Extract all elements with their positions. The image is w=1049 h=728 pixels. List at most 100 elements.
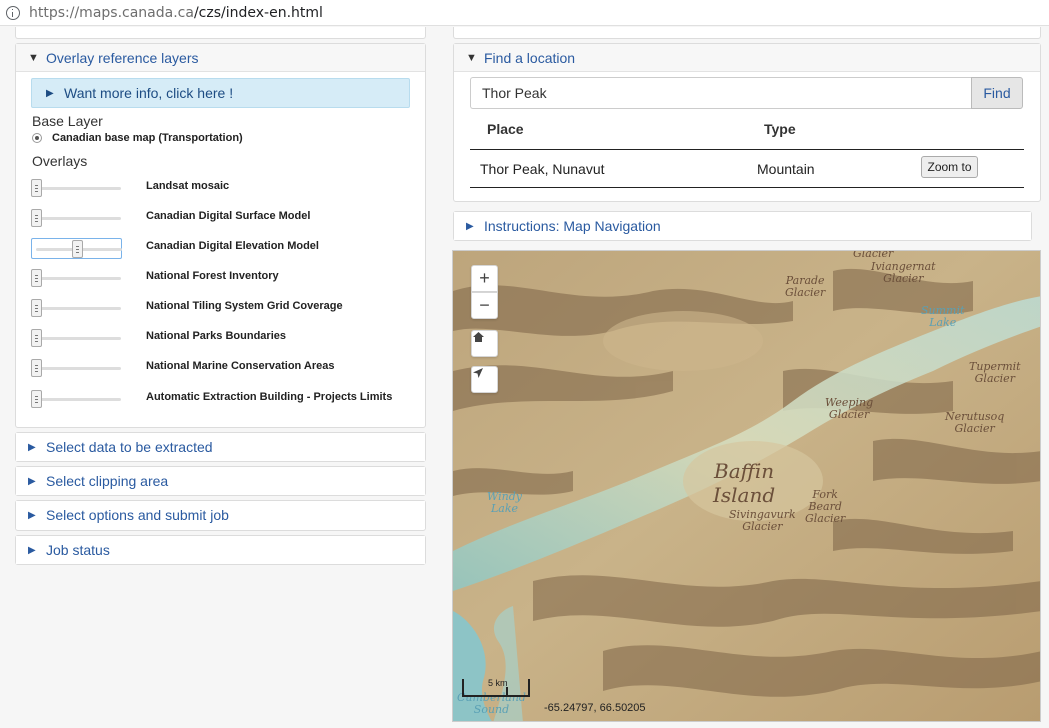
map-place-label: Iviangernat Glacier — [871, 260, 936, 285]
section-clipping-area[interactable]: ▶ Select clipping area — [15, 466, 426, 496]
find-location-title: Find a location — [484, 49, 576, 66]
table-header-divider — [470, 149, 1024, 150]
triangle-down-icon: ▼ — [28, 51, 39, 64]
slider-handle[interactable] — [31, 359, 42, 377]
triangle-right-icon: ▶ — [28, 475, 36, 487]
overlays-heading: Overlays — [32, 153, 88, 169]
base-layer-heading: Base Layer — [32, 113, 103, 129]
find-location-panel: ▼ Find a location Find Place Type Thor P… — [453, 43, 1041, 202]
slider-track[interactable] — [35, 187, 121, 190]
scale-tick — [506, 687, 508, 697]
cursor-coordinates: -65.24797, 66.50205 — [544, 702, 646, 714]
triangle-right-icon: ▶ — [466, 220, 474, 232]
map-place-label: Baffin Island — [713, 459, 776, 507]
slider-track[interactable] — [35, 398, 121, 401]
map-place-label: Weeping Glacier — [825, 396, 874, 421]
location-search-input[interactable] — [470, 77, 972, 109]
base-layer-option[interactable]: Canadian base map (Transportation) — [32, 132, 243, 144]
slider-handle[interactable] — [31, 299, 42, 317]
overlay-label: Canadian Digital Elevation Model — [146, 240, 319, 252]
triangle-right-icon: ▶ — [28, 544, 36, 556]
zoom-in-button[interactable]: + — [471, 265, 498, 292]
section-title: Select data to be extracted — [46, 439, 213, 455]
overlay-label: National Forest Inventory — [146, 270, 279, 282]
slider-track[interactable] — [35, 277, 121, 280]
triangle-down-icon: ▼ — [466, 51, 477, 64]
section-select-data[interactable]: ▶ Select data to be extracted — [15, 432, 426, 462]
scale-bar: 5 km — [462, 678, 530, 697]
base-layer-option-label: Canadian base map (Transportation) — [52, 132, 243, 144]
location-arrow-icon — [473, 368, 483, 378]
map-place-label: Fork Beard Glacier — [805, 488, 846, 525]
overlay-panel-title: Overlay reference layers — [46, 49, 199, 66]
overlay-label: Canadian Digital Surface Model — [146, 210, 311, 222]
slider-track[interactable] — [35, 367, 121, 370]
overlay-panel: ▼ Overlay reference layers ▶ Want more i… — [15, 43, 426, 428]
find-location-header[interactable]: ▼ Find a location — [454, 44, 1040, 72]
slider-track[interactable] — [35, 337, 121, 340]
map-place-label: Glacier — [853, 250, 894, 260]
result-place: Thor Peak, Nunavut — [480, 161, 605, 177]
section-submit-job[interactable]: ▶ Select options and submit job — [15, 500, 426, 531]
overlay-label: Automatic Extraction Building - Projects… — [146, 391, 393, 403]
info-icon[interactable] — [6, 5, 20, 20]
overlay-row: Landsat mosaic — [31, 178, 411, 200]
triangle-right-icon: ▶ — [28, 441, 36, 453]
home-button[interactable] — [471, 330, 498, 357]
slider-track[interactable] — [35, 217, 121, 220]
map-view[interactable]: Glacier Iviangernat Glacier Parade Glacier… — [452, 250, 1041, 722]
scale-label: 5 km — [488, 678, 508, 688]
overlay-panel-header[interactable]: ▼ Overlay reference layers — [16, 44, 425, 72]
map-place-label: Windy Lake — [487, 490, 522, 515]
slider-handle[interactable] — [31, 179, 42, 197]
map-place-label: Summit Lake — [921, 304, 965, 329]
overlay-row: National Tiling System Grid Coverage — [31, 298, 411, 320]
geolocate-button[interactable] — [471, 366, 498, 393]
address-bar[interactable]: https://maps.canada.ca/czs/index-en.html — [0, 0, 1049, 26]
map-place-label: Nerutusoq Glacier — [945, 410, 1005, 435]
overlay-label: National Tiling System Grid Coverage — [146, 300, 343, 312]
map-place-label: Parade Glacier — [785, 274, 826, 299]
instructions-panel[interactable]: ▶ Instructions: Map Navigation — [453, 211, 1032, 241]
zoom-out-button[interactable]: − — [471, 292, 498, 319]
slider-track[interactable] — [35, 307, 121, 310]
overlay-row: Automatic Extraction Building - Projects… — [31, 389, 411, 411]
section-title: Select options and submit job — [46, 507, 229, 523]
find-button[interactable]: Find — [971, 77, 1023, 109]
slider-handle[interactable] — [31, 329, 42, 347]
top-panel-edge-left — [15, 27, 426, 39]
overlay-row: National Marine Conservation Areas — [31, 358, 411, 380]
url-host: https://maps.canada.ca — [29, 4, 194, 21]
slider-handle[interactable] — [31, 269, 42, 287]
overlay-opacity-slider[interactable] — [31, 238, 122, 259]
slider-handle[interactable] — [72, 240, 83, 258]
col-place-header: Place — [487, 121, 524, 137]
section-title: Select clipping area — [46, 473, 169, 489]
more-info-toggle[interactable]: ▶ Want more info, click here ! — [31, 78, 410, 108]
overlay-row: Canadian Digital Surface Model — [31, 208, 411, 230]
section-job-status[interactable]: ▶ Job status — [15, 535, 426, 565]
url-text[interactable]: https://maps.canada.ca/czs/index-en.html — [29, 5, 323, 21]
zoom-to-button[interactable]: Zoom to — [921, 156, 978, 178]
section-title: Job status — [46, 542, 110, 558]
table-bottom-divider — [470, 187, 1024, 188]
overlay-label: National Marine Conservation Areas — [146, 360, 335, 372]
map-place-label: Tupermit Glacier — [969, 360, 1021, 385]
base-layer-radio[interactable] — [32, 133, 42, 143]
more-info-label: Want more info, click here ! — [64, 85, 234, 101]
overlay-label: Landsat mosaic — [146, 180, 230, 192]
overlay-row: National Forest Inventory — [31, 268, 411, 290]
instructions-title: Instructions: Map Navigation — [484, 218, 661, 234]
url-path: /czs/index-en.html — [193, 4, 323, 21]
map-place-label: Sivingavurk Glacier — [729, 508, 796, 533]
home-icon — [473, 332, 484, 342]
triangle-right-icon: ▶ — [28, 509, 36, 521]
triangle-right-icon: ▶ — [46, 87, 54, 99]
col-type-header: Type — [764, 121, 796, 137]
slider-handle[interactable] — [31, 390, 42, 408]
overlay-row: National Parks Boundaries — [31, 328, 411, 350]
result-type: Mountain — [757, 161, 815, 177]
slider-handle[interactable] — [31, 209, 42, 227]
overlay-label: National Parks Boundaries — [146, 330, 286, 342]
overlay-row: Canadian Digital Elevation Model — [31, 238, 411, 260]
